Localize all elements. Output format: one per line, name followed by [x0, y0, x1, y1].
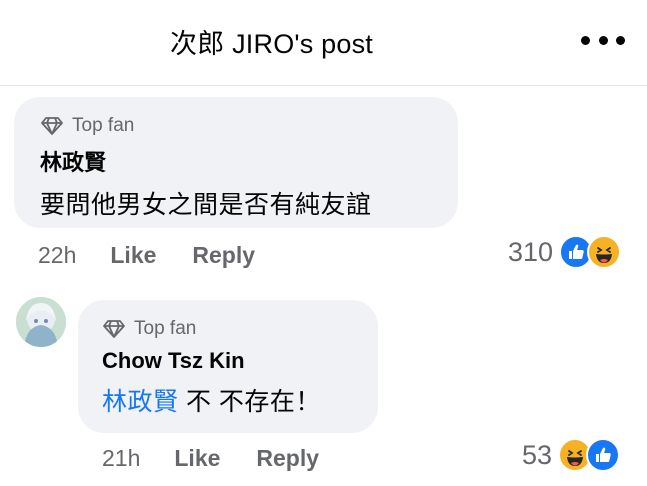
- comment-bubble: Top fan Chow Tsz Kin 林政賢 不 不存在！: [78, 300, 378, 433]
- top-fan-badge: Top fan: [40, 115, 458, 137]
- reaction-summary[interactable]: 53: [522, 438, 621, 472]
- comment-actions: 21h Like Reply: [102, 445, 319, 472]
- haha-reaction-icon: [587, 235, 622, 269]
- like-button[interactable]: Like: [110, 242, 156, 269]
- top-fan-badge: Top fan: [102, 318, 378, 340]
- post-header: 次郎 JIRO's post: [0, 0, 647, 86]
- comment-author[interactable]: 林政賢: [40, 145, 458, 177]
- reaction-count: 310: [508, 236, 554, 267]
- like-button[interactable]: Like: [174, 445, 220, 472]
- page-title: 次郎 JIRO's post: [170, 29, 373, 59]
- reaction-summary[interactable]: 310: [508, 235, 622, 269]
- diamond-icon: [103, 320, 125, 338]
- avatar[interactable]: [16, 297, 66, 347]
- more-dot-icon: [581, 35, 590, 45]
- comment-actions: 22h Like Reply: [38, 242, 255, 269]
- reply-button[interactable]: Reply: [192, 242, 255, 269]
- more-dot-icon: [598, 35, 608, 45]
- comment-author[interactable]: Chow Tsz Kin: [102, 348, 378, 374]
- badge-label: Top fan: [134, 318, 197, 339]
- badge-label: Top fan: [72, 115, 135, 136]
- more-dot-icon: [616, 35, 625, 45]
- diamond-icon: [41, 117, 63, 135]
- comment-time[interactable]: 21h: [102, 445, 140, 472]
- mention-link[interactable]: 林政賢: [102, 388, 179, 416]
- comment-text: 林政賢 不 不存在！: [102, 382, 378, 418]
- like-reaction-icon: [586, 438, 621, 472]
- comment-text: 要問他男女之間是否有純友誼: [40, 191, 372, 219]
- more-options-button[interactable]: [581, 30, 625, 50]
- comment-bubble: Top fan 林政賢 要問他男女之間是否有純友誼: [14, 97, 458, 228]
- reply-button[interactable]: Reply: [256, 445, 319, 472]
- comment-time[interactable]: 22h: [38, 242, 76, 269]
- comment-body: 不 不存在！: [178, 388, 321, 416]
- reaction-count: 53: [522, 439, 553, 470]
